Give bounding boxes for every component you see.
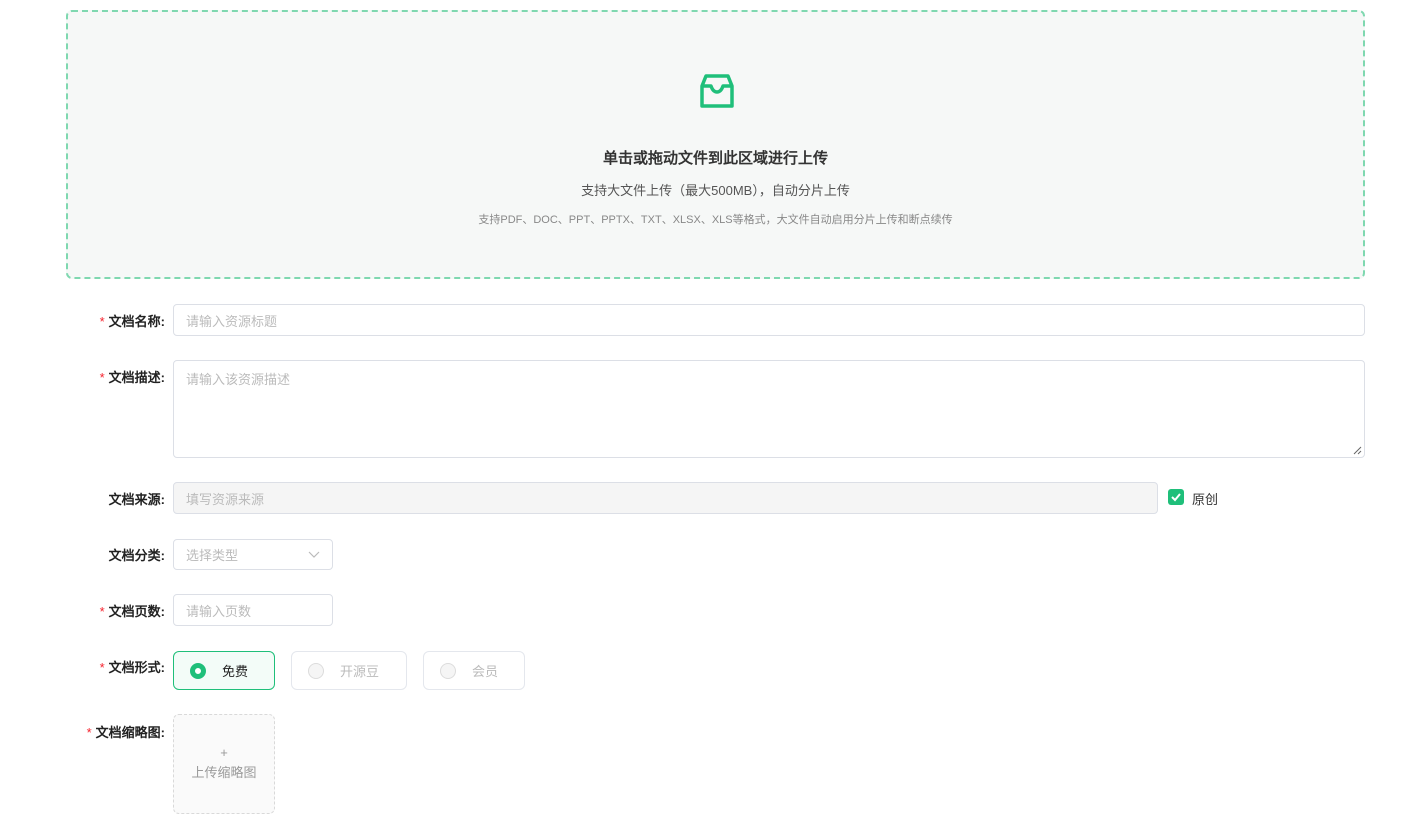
doc-source-label: 文档来源: <box>108 492 165 507</box>
file-drop-zone[interactable]: 单击或拖动文件到此区域进行上传 支持大文件上传（最大500MB），自动分片上传 … <box>66 10 1365 279</box>
doc-source-input[interactable]: 填写资源来源 <box>173 482 1158 514</box>
upload-hint: 支持PDF、DOC、PPT、PPTX、TXT、XLSX、XLS等格式，大文件自动… <box>478 214 953 226</box>
doc-desc-textarea[interactable]: 请输入该资源描述 <box>173 360 1365 458</box>
doc-thumbnail-label: * 文档缩略图: <box>86 725 165 740</box>
upload-subtitle: 支持大文件上传（最大500MB），自动分片上传 <box>581 183 850 198</box>
inbox-icon <box>700 74 734 108</box>
original-label[interactable]: 原创 <box>1192 489 1218 508</box>
original-checkbox[interactable] <box>1168 489 1184 505</box>
doc-desc-label: * 文档描述: <box>99 370 165 385</box>
doc-name-input[interactable]: 请输入资源标题 <box>173 304 1365 336</box>
radio-dot-icon <box>190 662 206 679</box>
chevron-down-icon <box>308 551 320 558</box>
thumbnail-upload-text: 上传缩略图 <box>191 765 257 780</box>
radio-free[interactable]: 免费 <box>173 651 275 690</box>
check-icon <box>1171 493 1181 502</box>
upload-title: 单击或拖动文件到此区域进行上传 <box>602 150 828 167</box>
doc-form-label: * 文档形式: <box>99 660 165 675</box>
plus-icon: + <box>220 745 228 760</box>
doc-pages-input[interactable]: 请输入页数 <box>173 594 333 626</box>
radio-open-bean[interactable]: 开源豆 <box>291 651 407 690</box>
resize-handle-icon[interactable] <box>1352 445 1362 455</box>
doc-category-select[interactable]: 选择类型 <box>173 539 333 570</box>
radio-dot-icon <box>440 662 456 679</box>
radio-dot-icon <box>308 662 324 679</box>
doc-category-label: 文档分类: <box>108 548 165 563</box>
thumbnail-upload-button[interactable]: + 上传缩略图 <box>173 714 275 814</box>
radio-member[interactable]: 会员 <box>423 651 525 690</box>
doc-name-label: * 文档名称: <box>99 314 165 329</box>
doc-pages-label: * 文档页数: <box>99 604 165 619</box>
